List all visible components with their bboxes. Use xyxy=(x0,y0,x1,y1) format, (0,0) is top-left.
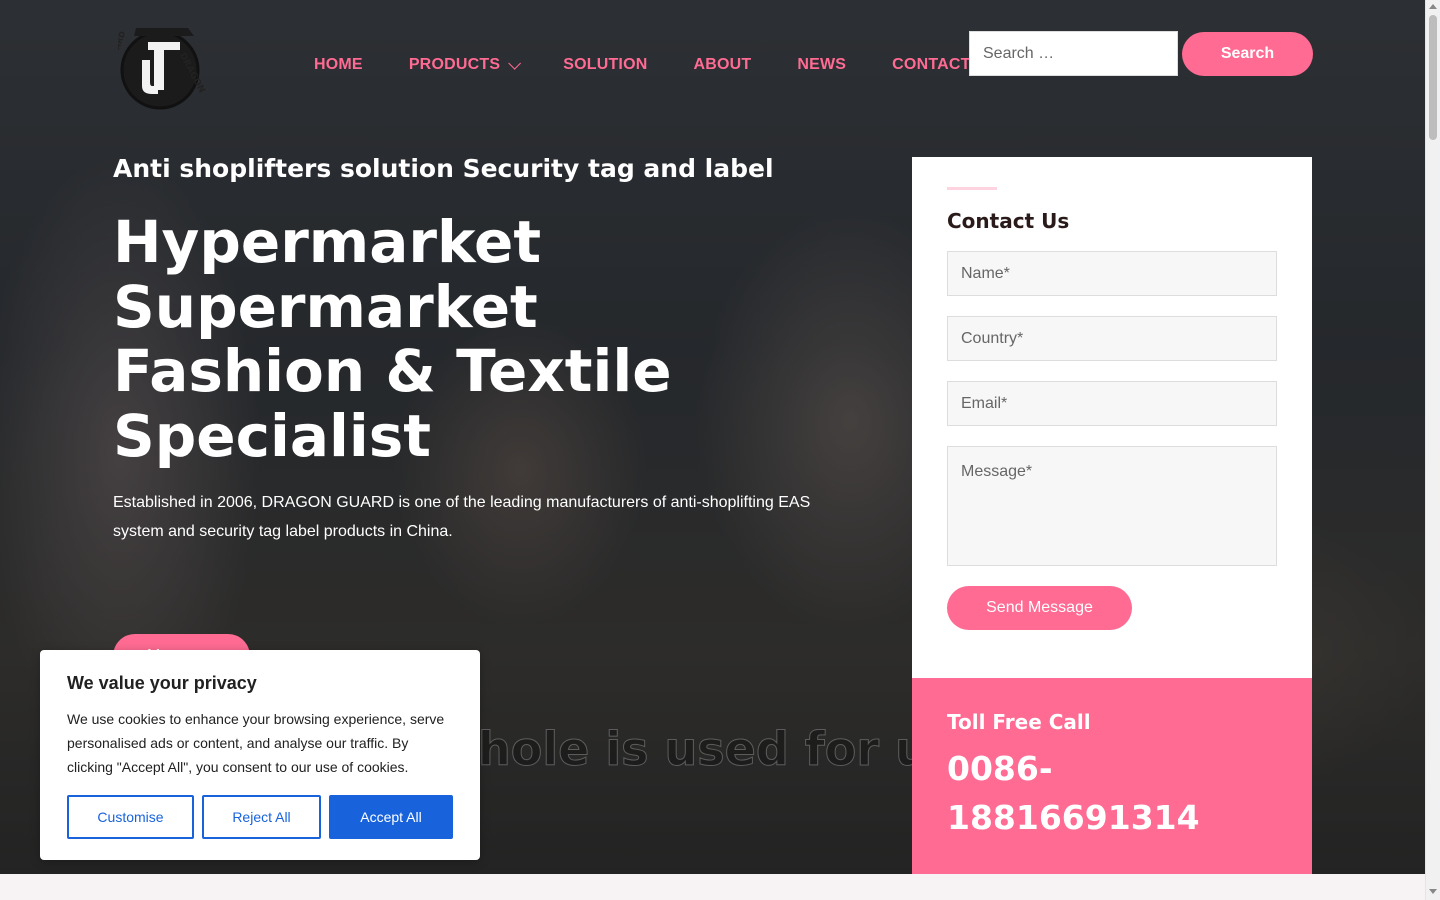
page-bottom-strip xyxy=(0,874,1425,900)
nav-news-label: NEWS xyxy=(797,56,847,73)
nav-solution[interactable]: SOLUTION xyxy=(563,56,647,74)
name-field[interactable] xyxy=(947,251,1277,296)
headline-line: Hypermarket xyxy=(113,208,542,276)
accent-divider xyxy=(947,187,997,190)
nav-news[interactable]: NEWS xyxy=(797,56,846,74)
chevron-down-icon xyxy=(508,56,522,70)
hero-intro: Established in 2006, DRAGON GUARD is one… xyxy=(113,494,811,540)
toll-free-label: Toll Free Call xyxy=(947,710,1091,734)
nav-home-label: HOME xyxy=(314,56,363,73)
message-field[interactable] xyxy=(947,446,1277,566)
toll-free-card: Toll Free Call 0086-18816691314 xyxy=(912,678,1312,874)
customise-button[interactable]: Customise xyxy=(67,795,194,839)
search-input[interactable] xyxy=(969,31,1178,76)
nav-about[interactable]: ABOUT xyxy=(693,56,751,74)
headline-line: Fashion & Textile xyxy=(113,337,672,405)
cookie-text: We use cookies to enhance your browsing … xyxy=(67,711,445,775)
cookie-consent-popup: We value your privacy We use cookies to … xyxy=(40,650,480,860)
scroll-thumb[interactable] xyxy=(1429,15,1437,140)
nav-products-label: PRODUCTS xyxy=(408,56,501,73)
nav-contact[interactable]: CONTACT xyxy=(892,56,970,74)
main-nav: HOME PRODUCTS SOLUTION ABOUT NEWS CONTAC… xyxy=(314,56,971,74)
hero-subtitle: Anti shoplifters solution Security tag a… xyxy=(113,154,774,183)
cookie-title: We value your privacy xyxy=(67,673,257,693)
nav-solution-label: SOLUTION xyxy=(563,56,648,73)
headline-line: Supermarket xyxy=(113,272,538,341)
hero-headline: Hypermarket Supermarket Fashion & Textil… xyxy=(113,210,672,468)
scroll-down-arrow-icon[interactable] xyxy=(1429,889,1437,894)
nav-contact-label: CONTACT xyxy=(892,56,971,73)
toll-free-number[interactable]: 0086-18816691314 xyxy=(947,744,1247,842)
video-caption: hole is used for unlo xyxy=(478,722,912,776)
send-message-button[interactable]: Send Message xyxy=(947,586,1132,630)
scroll-up-arrow-icon[interactable] xyxy=(1429,4,1437,9)
country-field[interactable] xyxy=(947,316,1277,361)
nav-home[interactable]: HOME xyxy=(314,56,363,74)
email-field[interactable] xyxy=(947,381,1277,426)
search-button[interactable]: Search xyxy=(1182,32,1313,76)
accept-all-button[interactable]: Accept All xyxy=(329,795,453,839)
headline-line: Specialist xyxy=(113,401,432,470)
contact-title: Contact Us xyxy=(947,209,1070,233)
nav-about-label: ABOUT xyxy=(693,56,752,73)
page-scrollbar[interactable] xyxy=(1425,0,1440,900)
reject-all-button[interactable]: Reject All xyxy=(202,795,321,839)
dragon-guard-logo[interactable]: DRAGON GUARD xyxy=(118,20,208,114)
nav-products[interactable]: PRODUCTS xyxy=(408,56,522,74)
contact-form-card: Contact Us Send Message xyxy=(912,157,1312,678)
